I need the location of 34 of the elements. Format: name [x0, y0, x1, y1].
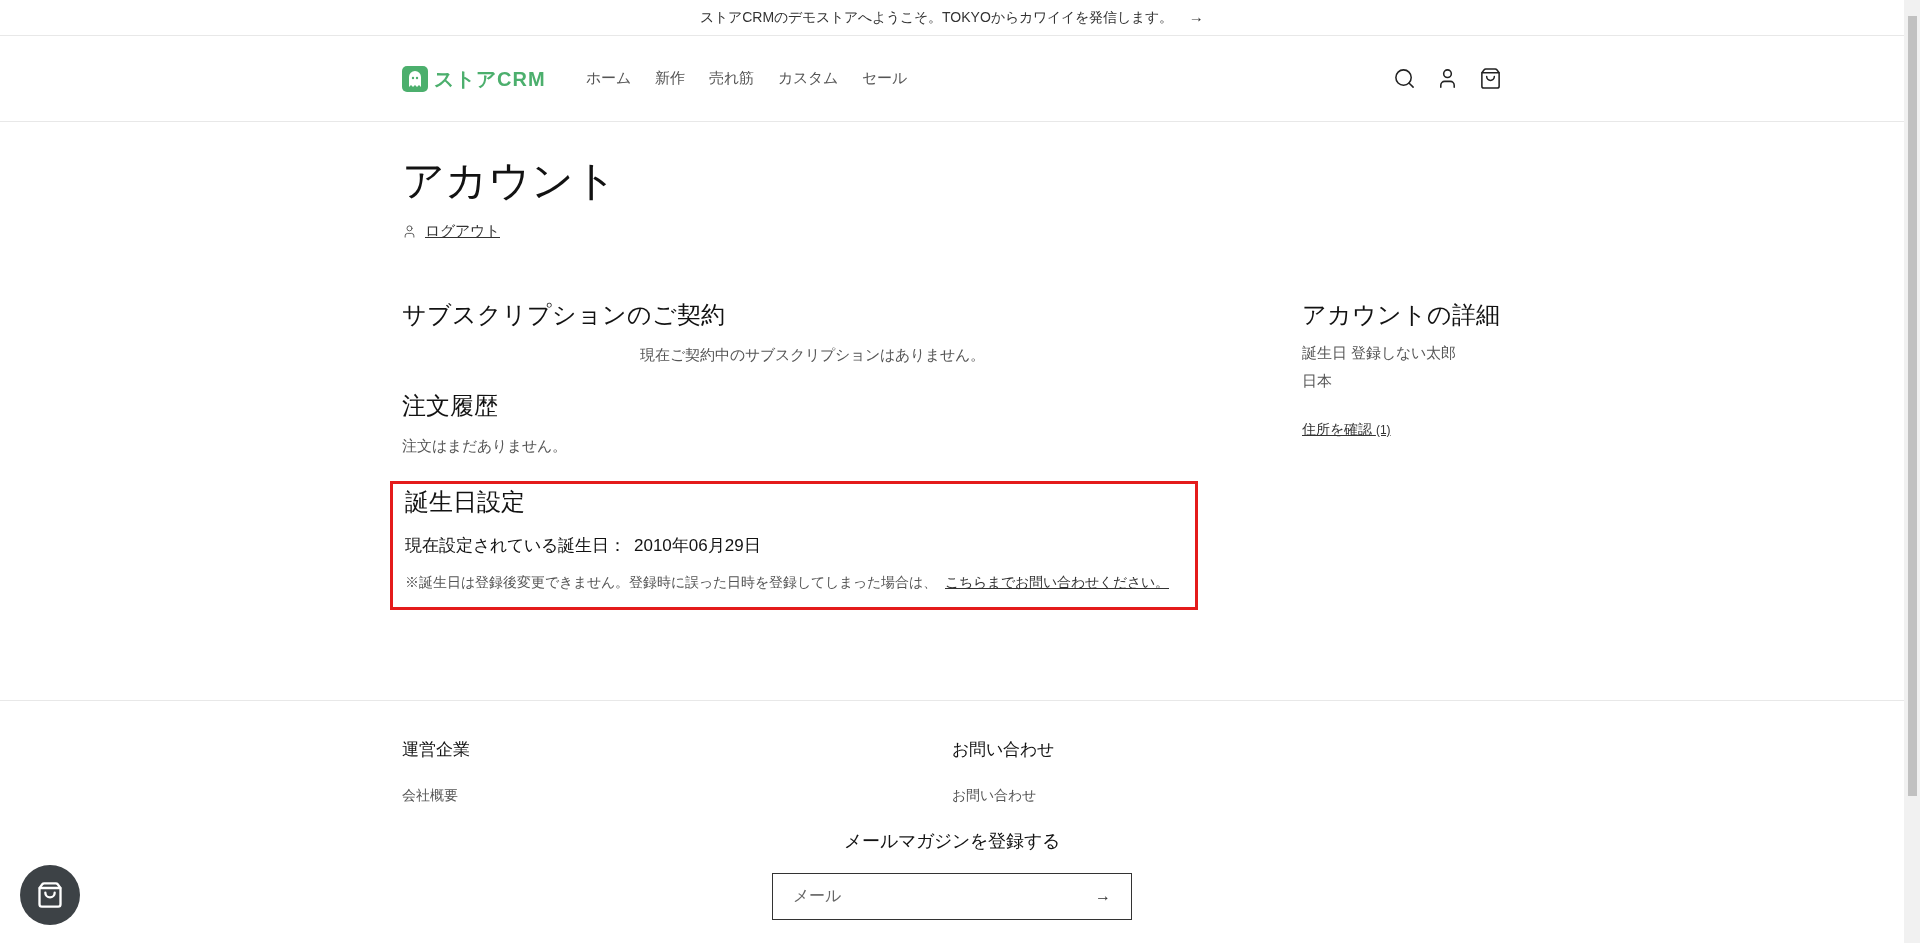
addresses-link[interactable]: 住所を確認 (1) [1302, 418, 1502, 440]
ghost-icon [402, 65, 428, 92]
email-field[interactable]: メール → [772, 872, 1132, 920]
footer-link[interactable]: 会社概要 [402, 784, 952, 806]
person-icon [402, 224, 417, 240]
search-icon[interactable] [1393, 67, 1416, 90]
newsletter-heading: メールマガジンを登録する [844, 829, 1060, 853]
contact-link[interactable]: こちらまでお問い合わせください。 [945, 572, 1169, 594]
birthday-label: 現在設定されている誕生日： [405, 535, 626, 558]
section-heading: 誕生日設定 [405, 488, 526, 518]
empty-message: 注文はまだありません。 [402, 436, 568, 456]
shop-badge-icon[interactable] [20, 865, 80, 925]
footer-link[interactable]: お問い合わせ [952, 784, 1502, 806]
nav-link[interactable]: 売れ筋 [708, 67, 754, 90]
cart-icon[interactable] [1479, 67, 1502, 90]
nav-link[interactable]: ホーム [585, 67, 631, 90]
birthday-note: ※誕生日は登録後変更できません。登録時に誤った日時を登録してしまった場合は、 [405, 573, 937, 592]
section-heading: アカウントの詳細 [1302, 300, 1501, 330]
account-detail-line: 誕生日 登録しない太郎 [1302, 342, 1458, 363]
scrollbar[interactable] [1904, 0, 1920, 943]
nav-link[interactable]: 新作 [654, 67, 685, 90]
empty-message: 現在ご契約中のサブスクリプションはありません。 [638, 344, 986, 365]
account-detail-line: 日本 [1302, 371, 1333, 392]
nav-link[interactable]: カスタム [777, 67, 838, 90]
page-title: アカウント [402, 156, 618, 206]
section-heading: 注文履歴 [402, 392, 499, 421]
footer-heading: 運営企業 [402, 739, 471, 761]
nav-link[interactable]: セール [861, 67, 907, 90]
section-heading: サブスクリプションのご契約 [402, 300, 726, 330]
logout-link[interactable]: ログアウト [425, 220, 500, 243]
announcement-arrow[interactable]: → [1188, 6, 1204, 29]
birthday-value: 2010年06月29日 [634, 535, 761, 558]
footer-heading: お問い合わせ [952, 739, 1055, 761]
announcement-text: ストアCRMのデモストアへようこそ。TOKYOからカワイイを発信します。 [700, 8, 1173, 27]
